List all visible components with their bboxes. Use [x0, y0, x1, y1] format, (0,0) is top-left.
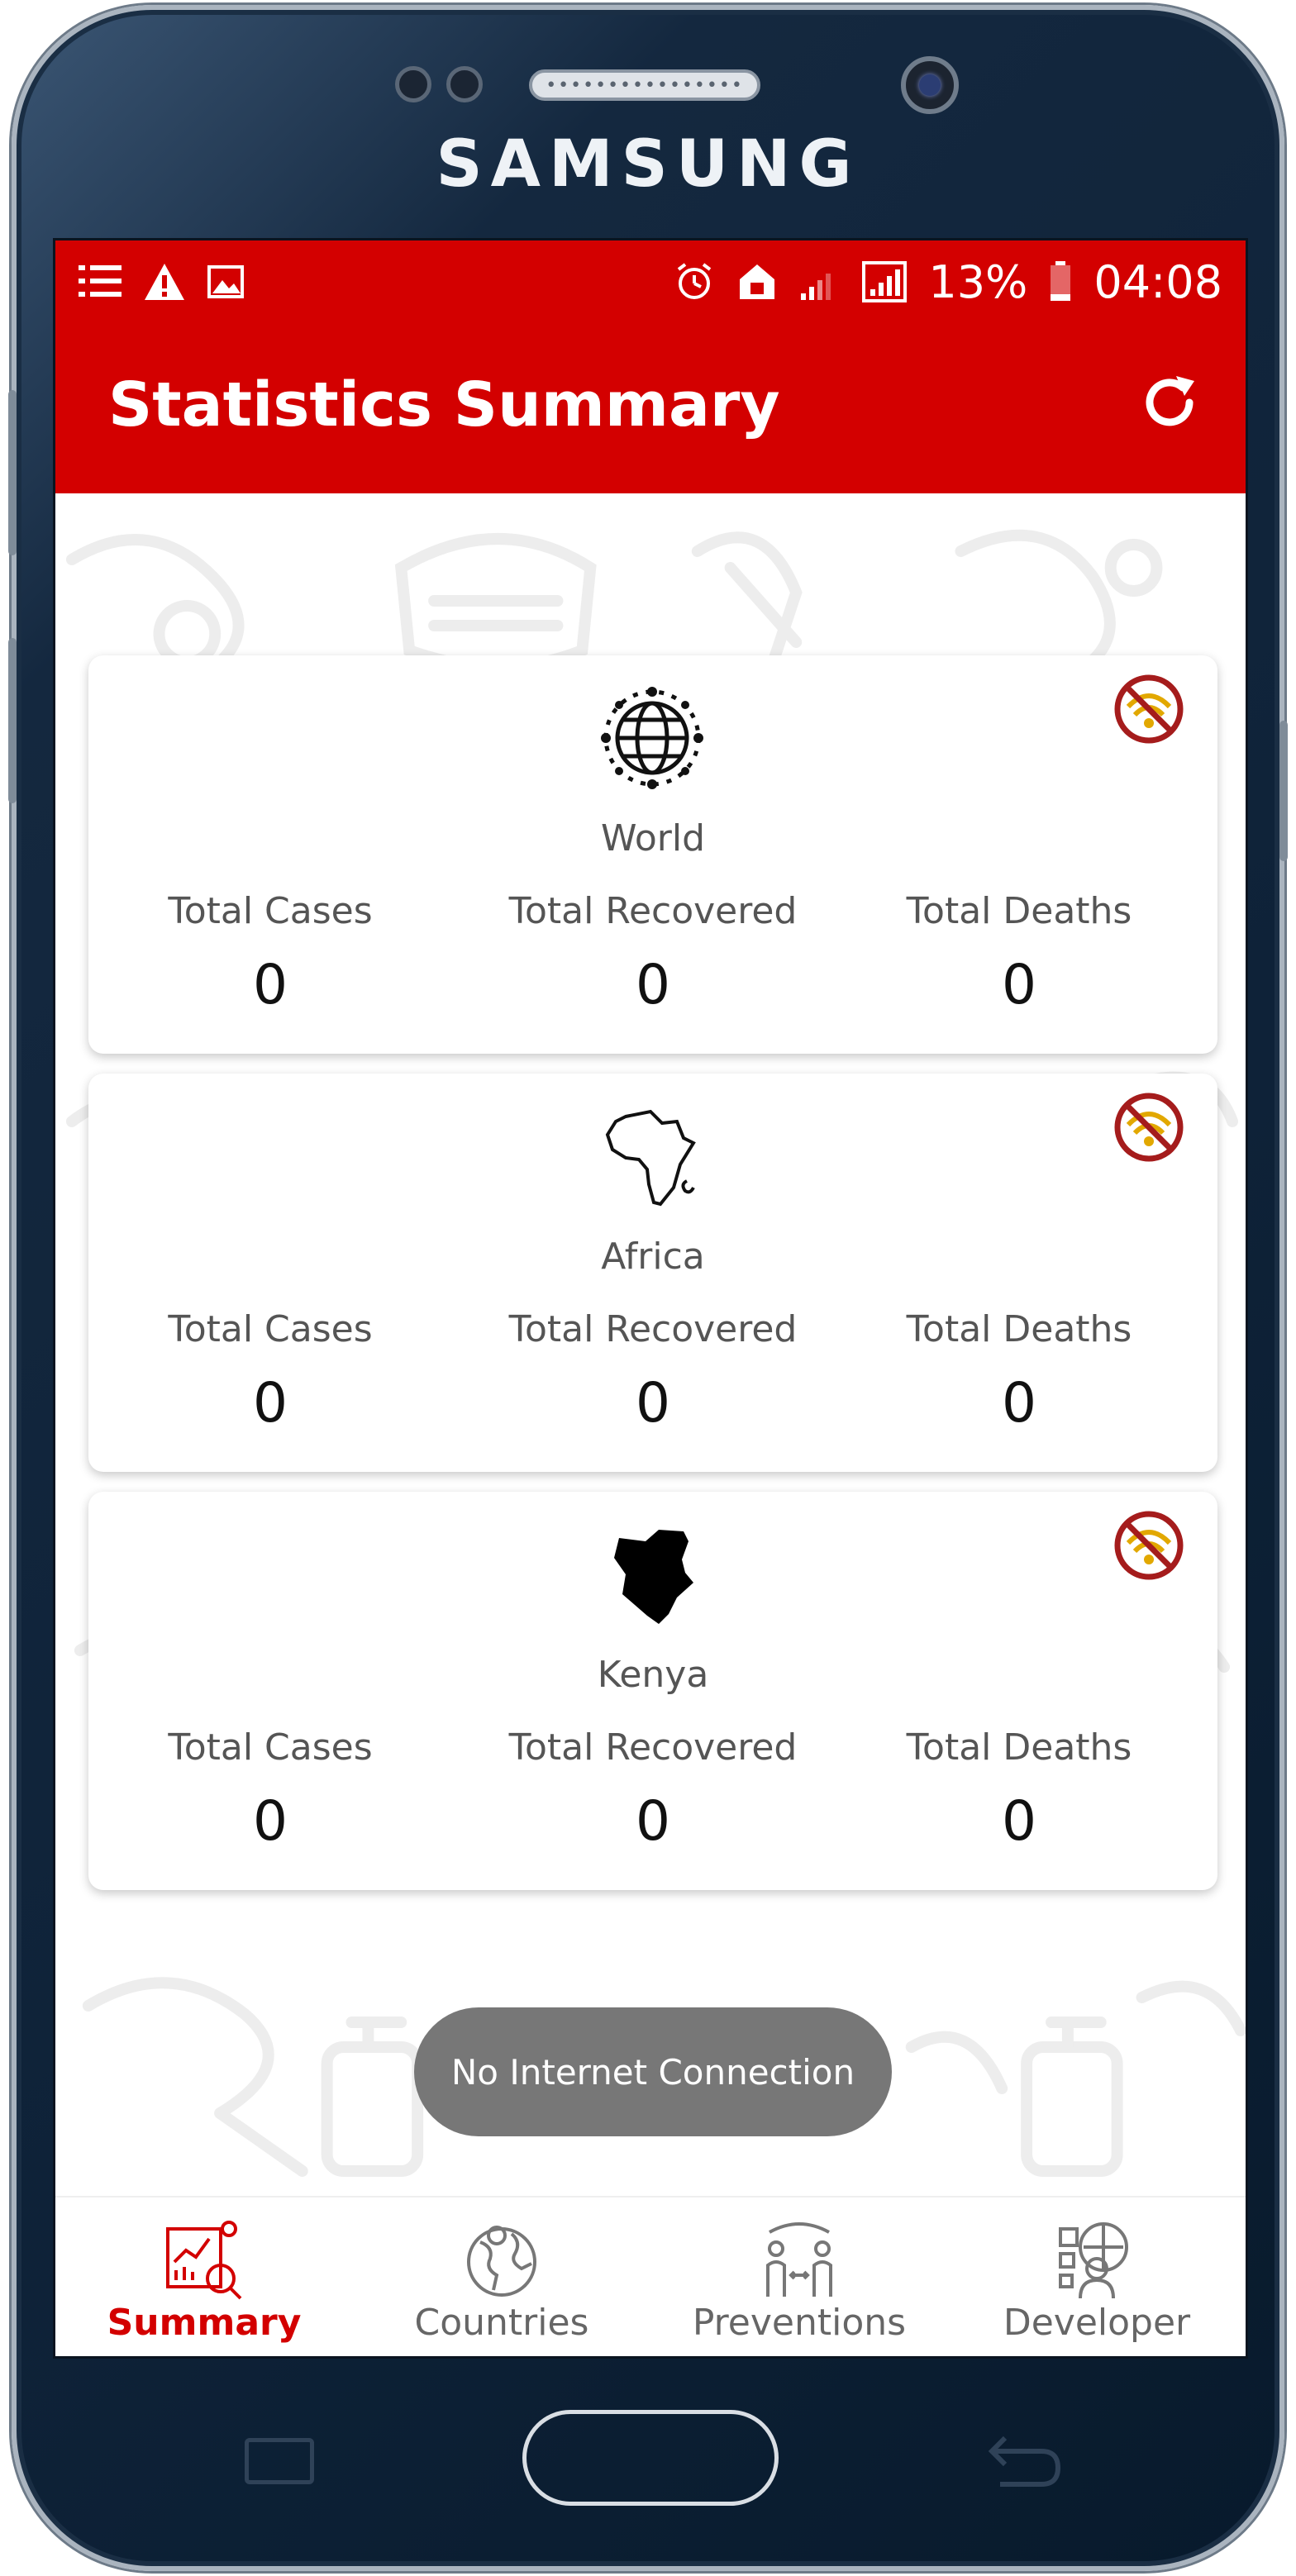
refresh-button[interactable] — [1136, 369, 1203, 436]
page-title: Statistics Summary — [108, 369, 780, 440]
total-cases-value: 0 — [253, 1371, 288, 1435]
no-wifi-icon — [1114, 1511, 1184, 1580]
total-recovered-value: 0 — [636, 1789, 670, 1853]
toast-message: No Internet Connection — [414, 2007, 892, 2136]
total-recovered-label: Total Recovered — [508, 1308, 798, 1350]
image-icon — [207, 265, 244, 298]
total-cases-label: Total Cases — [168, 1308, 373, 1350]
volume-button — [8, 390, 17, 555]
power-button — [1279, 721, 1288, 861]
nav-label: Preventions — [692, 2302, 907, 2344]
stats-card-kenya: Kenya Total Cases Total Recovered Total … — [88, 1492, 1217, 1890]
globe-icon — [601, 687, 703, 789]
home-icon — [740, 264, 775, 299]
back-arrow-icon — [988, 2436, 1061, 2487]
region-name: Kenya — [597, 1654, 709, 1696]
alarm-icon — [678, 263, 712, 299]
kenya-map-icon — [614, 1530, 693, 1624]
battery-percent: 13% — [928, 255, 1028, 308]
africa-map-icon — [605, 1109, 696, 1207]
front-camera — [901, 56, 959, 114]
signal-weak-icon — [801, 274, 831, 300]
total-cases-value: 0 — [253, 1789, 288, 1853]
device-brand: SAMSUNG — [436, 127, 860, 202]
refresh-icon — [1146, 376, 1194, 426]
earpiece-speaker: •••••••••••••••• — [529, 69, 760, 101]
warning-icon — [145, 264, 184, 300]
list-icon — [79, 265, 122, 297]
clock: 04:08 — [1094, 255, 1222, 308]
total-deaths-value: 0 — [1002, 1371, 1036, 1435]
total-deaths-value: 0 — [1002, 1789, 1036, 1853]
nav-label: Summary — [107, 2302, 302, 2344]
bottom-navigation: Summary Countries Preventions Developer — [55, 2196, 1246, 2356]
total-recovered-label: Total Recovered — [508, 1726, 798, 1769]
no-wifi-icon — [1114, 674, 1184, 744]
nav-item-countries[interactable]: Countries — [353, 2197, 650, 2356]
signal-icon — [862, 261, 908, 302]
home-button[interactable] — [522, 2410, 779, 2506]
stats-card-africa: Africa Total Cases Total Recovered Total… — [88, 1074, 1217, 1472]
summary-chart-icon — [166, 2221, 242, 2300]
total-recovered-label: Total Recovered — [508, 890, 798, 932]
region-name: Africa — [601, 1236, 705, 1278]
total-deaths-label: Total Deaths — [906, 890, 1132, 932]
distancing-icon — [766, 2222, 832, 2297]
total-deaths-label: Total Deaths — [906, 1726, 1132, 1769]
total-cases-value: 0 — [253, 953, 288, 1017]
stats-card-world: World Total Cases Total Recovered Total … — [88, 655, 1217, 1054]
sensor-dot — [395, 66, 431, 102]
no-wifi-icon — [1114, 1093, 1184, 1162]
sensor-dot — [446, 66, 483, 102]
nav-label: Developer — [1003, 2302, 1191, 2344]
volume-button-lower — [8, 638, 17, 803]
globe-icon — [467, 2226, 536, 2297]
battery-icon — [1051, 261, 1071, 301]
total-deaths-value: 0 — [1002, 953, 1036, 1017]
status-bar: 13% 04:08 — [55, 240, 1246, 323]
developer-icon — [1059, 2222, 1128, 2299]
nav-item-developer[interactable]: Developer — [948, 2197, 1246, 2356]
nav-item-summary[interactable]: Summary — [55, 2197, 353, 2356]
total-deaths-label: Total Deaths — [906, 1308, 1132, 1350]
region-name: World — [600, 817, 706, 859]
nav-label: Countries — [414, 2302, 589, 2344]
total-recovered-value: 0 — [636, 953, 670, 1017]
nav-item-preventions[interactable]: Preventions — [650, 2197, 948, 2356]
total-cases-label: Total Cases — [168, 1726, 373, 1769]
recent-apps-button[interactable] — [245, 2438, 314, 2484]
total-cases-label: Total Cases — [168, 890, 373, 932]
app-screen: 13% 04:08 Statistics Summary World Total… — [53, 238, 1248, 2359]
app-bar: Statistics Summary — [55, 323, 1246, 493]
back-button[interactable] — [984, 2428, 1066, 2510]
total-recovered-value: 0 — [636, 1371, 670, 1435]
